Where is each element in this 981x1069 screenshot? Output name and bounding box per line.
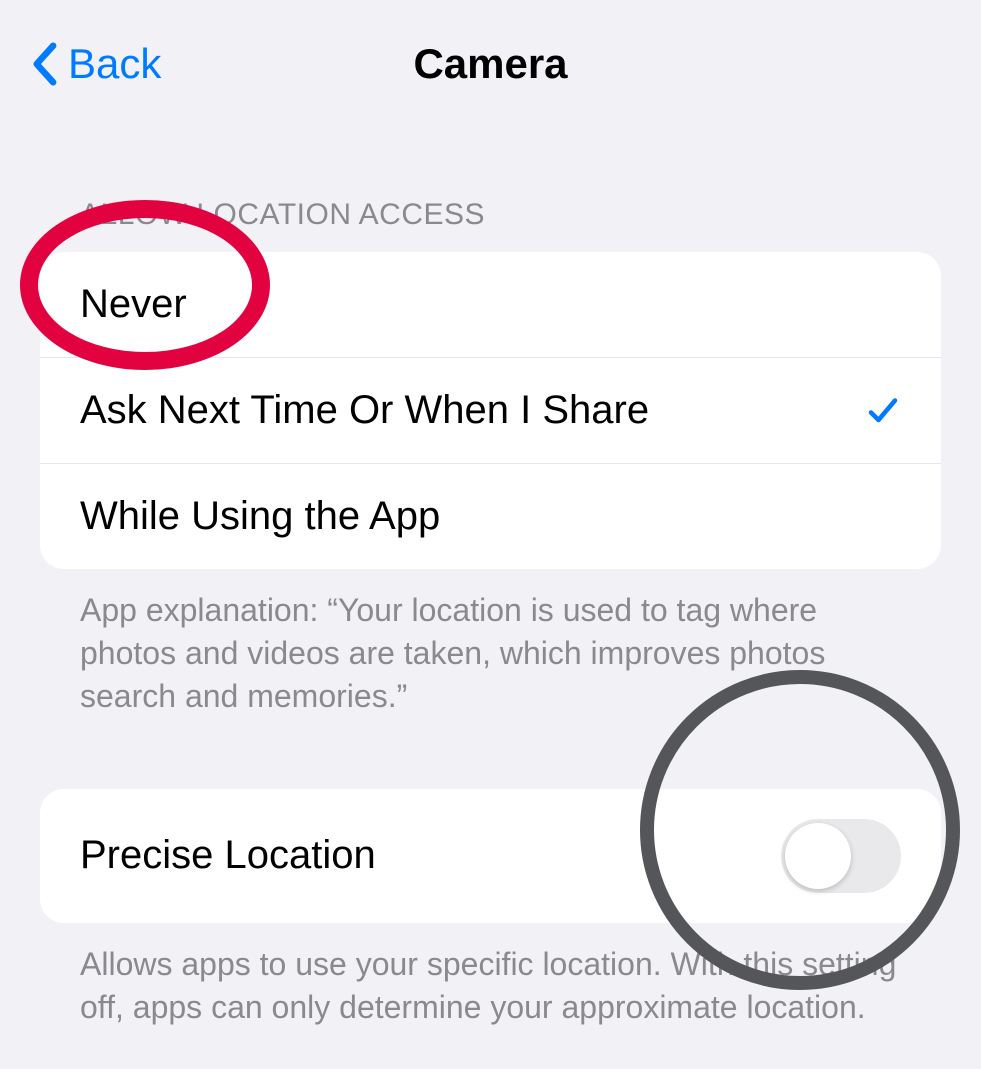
location-option-ask-next-time[interactable]: Ask Next Time Or When I Share — [40, 358, 941, 464]
location-option-while-using[interactable]: While Using the App — [40, 464, 941, 569]
option-label: Ask Next Time Or When I Share — [80, 388, 649, 433]
back-button[interactable]: Back — [30, 40, 161, 88]
location-access-group: Never Ask Next Time Or When I Share Whil… — [40, 252, 941, 569]
location-access-header: ALLOW LOCATION ACCESS — [40, 198, 941, 252]
back-label: Back — [68, 40, 161, 88]
page-title: Camera — [413, 40, 567, 88]
location-option-never[interactable]: Never — [40, 252, 941, 358]
precise-location-footer: Allows apps to use your specific locatio… — [40, 943, 941, 1069]
precise-location-toggle[interactable] — [781, 819, 901, 893]
precise-location-group: Precise Location — [40, 789, 941, 923]
content-area: ALLOW LOCATION ACCESS Never Ask Next Tim… — [0, 118, 981, 1069]
precise-location-label: Precise Location — [80, 833, 376, 878]
option-label: While Using the App — [80, 494, 440, 539]
checkmark-icon — [865, 393, 901, 429]
toggle-knob — [785, 823, 851, 889]
location-access-footer: App explanation: “Your location is used … — [40, 589, 941, 759]
option-label: Never — [80, 282, 187, 327]
navigation-header: Back Camera — [0, 0, 981, 118]
chevron-left-icon — [30, 42, 58, 86]
precise-location-row: Precise Location — [40, 789, 941, 923]
